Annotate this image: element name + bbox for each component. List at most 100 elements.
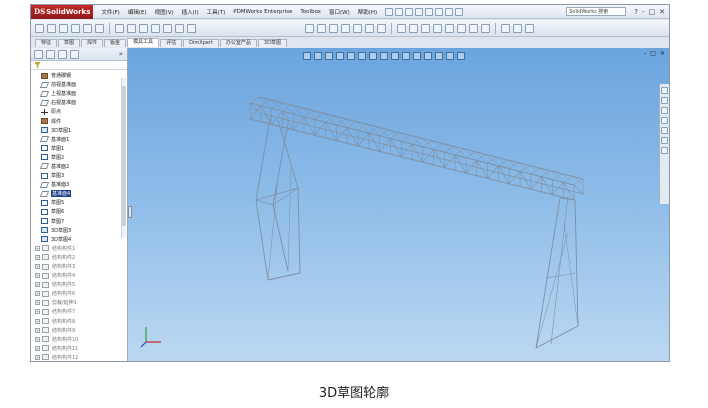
tab-3d-sketch[interactable]: 3D草图 — [257, 39, 287, 47]
document-recovery-icon[interactable] — [661, 147, 668, 154]
tab-sheet-metal[interactable]: 钣金 — [104, 39, 127, 47]
tree-item[interactable]: 3D草图4 — [31, 235, 127, 244]
help-icon[interactable]: ? — [634, 8, 638, 16]
tree-item[interactable]: 草图3 — [31, 171, 127, 180]
tab-evaluate[interactable]: 评估 — [160, 39, 183, 47]
point-icon[interactable] — [377, 24, 386, 33]
open-file-icon[interactable] — [395, 7, 404, 16]
hole-wizard-icon[interactable] — [139, 23, 148, 33]
offset-entities-icon[interactable] — [409, 24, 418, 33]
menu-window[interactable]: 窗口(W) — [325, 8, 354, 16]
fillet-icon[interactable] — [163, 23, 172, 33]
repair-sketch-icon[interactable] — [469, 24, 478, 33]
maximize-button[interactable]: □ — [649, 8, 656, 16]
expand-icon[interactable]: + — [35, 318, 40, 324]
structural-member-icon[interactable] — [47, 23, 56, 33]
expand-icon[interactable]: + — [35, 254, 40, 260]
tree-item-structural[interactable]: + 结构构件9 — [31, 326, 127, 335]
trim-extend-icon[interactable] — [59, 23, 68, 33]
menu-toolbox[interactable]: Toolbox — [296, 9, 325, 15]
quick-snaps-icon[interactable] — [481, 24, 490, 33]
tree-item[interactable]: 3D草图3 — [31, 226, 127, 235]
expand-icon[interactable]: + — [35, 273, 40, 279]
expand-icon[interactable]: + — [35, 309, 40, 315]
options-icon[interactable] — [455, 7, 464, 16]
feature-tree-icon[interactable] — [34, 49, 43, 59]
chevron-right-icon[interactable]: » — [119, 50, 123, 58]
tree-item[interactable]: 草图1 — [31, 144, 127, 153]
mirror-entities-icon[interactable] — [421, 24, 430, 33]
minimize-button[interactable]: - — [642, 8, 645, 16]
move-entities-icon[interactable] — [445, 24, 454, 33]
tree-item-structural[interactable]: + 结构构件1 — [31, 244, 127, 253]
trim-entities-icon[interactable] — [397, 24, 406, 33]
tree-item[interactable]: 普通碳钢 — [31, 71, 127, 80]
tree-item-structural[interactable]: + 结构构件3 — [31, 262, 127, 271]
tree-item-structural[interactable]: + 结构构件6 — [31, 289, 127, 298]
tree-item[interactable]: 基准面3 — [31, 180, 127, 189]
tab-weldments[interactable]: 焊件 — [81, 39, 104, 47]
tree-item[interactable]: 基准面2 — [31, 162, 127, 171]
appearances-scenes-icon[interactable] — [661, 127, 668, 134]
tab-features[interactable]: 特征 — [35, 39, 58, 47]
expand-icon[interactable]: + — [35, 354, 40, 360]
rectangle-icon[interactable] — [329, 24, 338, 33]
extrude-cut-icon[interactable] — [127, 23, 136, 33]
tab-dimxpert[interactable]: DimXpert — [183, 39, 219, 47]
expand-icon[interactable]: + — [35, 327, 40, 333]
extrude-boss-icon[interactable] — [115, 23, 124, 33]
filter-icon[interactable] — [34, 62, 41, 68]
tree-scrollbar[interactable] — [121, 78, 126, 238]
tab-sketch[interactable]: 草图 — [58, 39, 81, 47]
reference-geometry-icon[interactable] — [175, 23, 184, 33]
menu-tools[interactable]: 工具(T) — [203, 8, 230, 16]
weld-bead-icon[interactable] — [95, 23, 104, 33]
graphics-viewport[interactable]: - □ ✕ — [128, 48, 669, 361]
circle-icon[interactable] — [341, 24, 350, 33]
tree-item-structural[interactable]: + 结构构件10 — [31, 335, 127, 344]
tree-item[interactable]: 草图5 — [31, 198, 127, 207]
expand-icon[interactable]: + — [35, 291, 40, 297]
expand-icon[interactable]: + — [35, 336, 40, 342]
close-button[interactable]: ✕ — [659, 8, 665, 16]
spline-icon[interactable] — [365, 24, 374, 33]
tree-item[interactable]: 草图6 — [31, 207, 127, 216]
configuration-manager-icon[interactable] — [58, 49, 67, 59]
panel-split-handle[interactable] — [128, 206, 132, 218]
tab-office-products[interactable]: 办公室产品 — [219, 39, 257, 47]
tree-item[interactable]: 基准面1 — [31, 135, 127, 144]
expand-icon[interactable]: + — [35, 345, 40, 351]
tab-mold-tools[interactable]: 模具工具 — [127, 38, 160, 47]
tree-item[interactable]: 基准面4 — [31, 189, 127, 198]
tree-item-structural[interactable]: + 结构构件5 — [31, 280, 127, 289]
tree-item-structural[interactable]: + 结构构件8 — [31, 317, 127, 326]
tree-filter-row[interactable] — [31, 61, 127, 70]
end-cap-icon[interactable] — [71, 23, 80, 33]
search-input[interactable]: SolidWorks 搜索 — [566, 7, 627, 16]
tree-item[interactable]: 草图7 — [31, 217, 127, 226]
print-icon[interactable] — [415, 7, 424, 16]
expand-icon[interactable]: + — [35, 282, 40, 288]
file-explorer-icon[interactable] — [661, 107, 668, 114]
menu-edit[interactable]: 编辑(E) — [124, 8, 151, 16]
tree-item[interactable]: 前视基准面 — [31, 80, 127, 89]
solidworks-logo[interactable]: DS SolidWorks — [31, 5, 94, 19]
custom-properties-icon[interactable] — [661, 137, 668, 144]
select-icon[interactable] — [435, 7, 444, 16]
weldment-icon[interactable] — [35, 23, 44, 33]
smart-dimension-icon[interactable] — [305, 24, 314, 33]
tree-item[interactable]: 3D草图1 — [31, 126, 127, 135]
tree-item-structural[interactable]: + 结构构件7 — [31, 307, 127, 316]
view-palette-icon[interactable] — [661, 117, 668, 124]
menu-view[interactable]: 视图(V) — [151, 8, 178, 16]
expand-icon[interactable]: + — [35, 245, 40, 251]
new-file-icon[interactable] — [385, 7, 394, 16]
tree-item-structural[interactable]: + 结构构件4 — [31, 271, 127, 280]
expand-icon[interactable]: + — [35, 300, 40, 306]
sketch-icon[interactable] — [187, 23, 196, 33]
instant3d-icon[interactable] — [501, 24, 510, 33]
tree-item-structural[interactable]: + 结构构件12 — [31, 353, 127, 361]
tree-item[interactable]: 右视基准面 — [31, 98, 127, 107]
rapid-sketch-icon[interactable] — [513, 24, 522, 33]
tree-item-structural[interactable]: + 剪裁/延伸1 — [31, 298, 127, 307]
